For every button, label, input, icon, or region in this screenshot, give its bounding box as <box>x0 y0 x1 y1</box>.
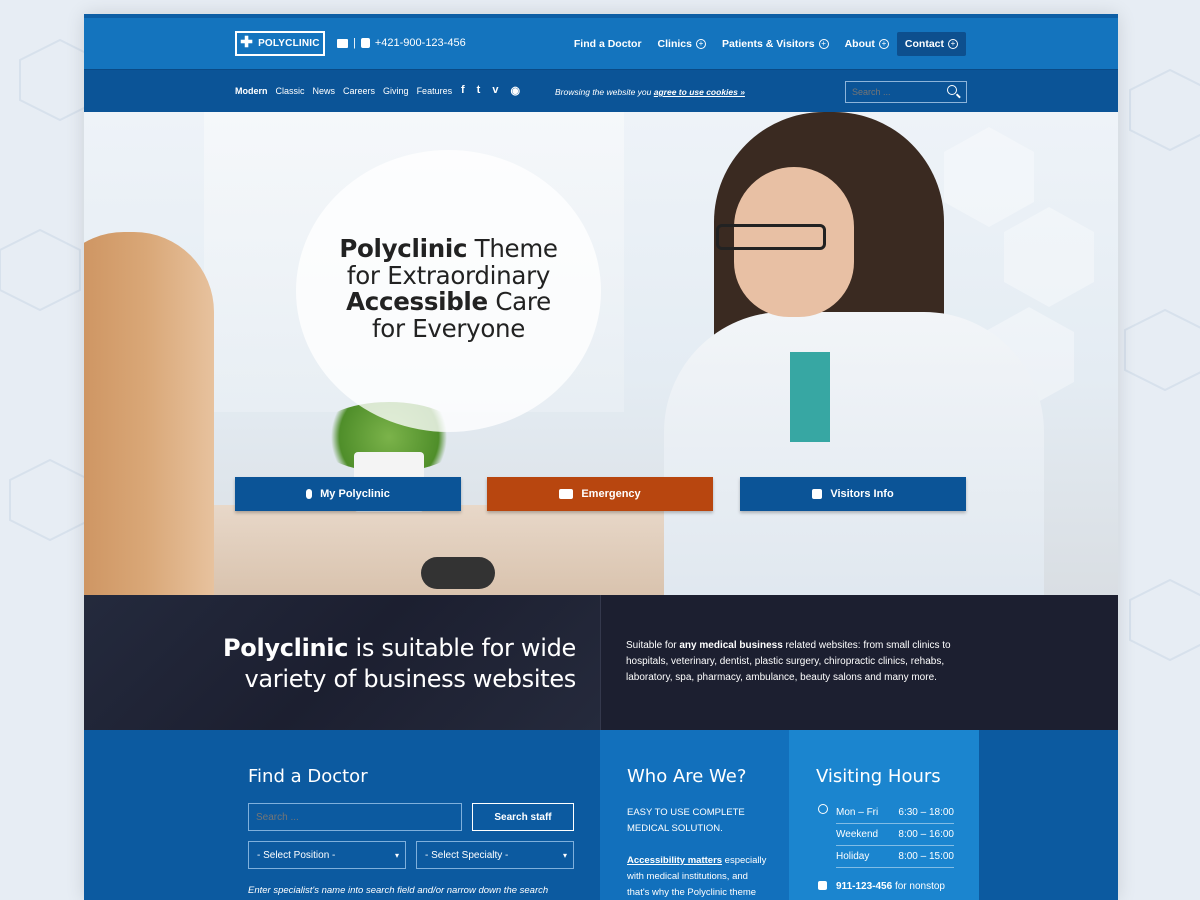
hero-doctor-collar <box>790 352 830 442</box>
facebook-icon[interactable]: f <box>461 84 465 97</box>
phone-number[interactable]: +421-900-123-456 <box>375 37 466 49</box>
visiting-hours-table: Mon – Fri 6:30 – 18:00 Weekend 8:00 – 16… <box>836 802 954 868</box>
website-frame: ✚ POLYCLINIC | +421-900-123-456 Find a D… <box>84 14 1118 900</box>
phone-icon <box>818 881 827 890</box>
intro-band: Polyclinic is suitable for wide variety … <box>84 595 1118 730</box>
nav-item-find-a-doctor[interactable]: Find a Doctor <box>566 32 650 56</box>
subnav-classic[interactable]: Classic <box>276 86 305 96</box>
hero-patient-figure <box>84 232 214 595</box>
find-doctor-note: Enter specialist's name into search fiel… <box>248 885 549 896</box>
find-doctor-heading: Find a Doctor <box>248 766 368 787</box>
hours-row: Weekend 8:00 – 16:00 <box>836 824 954 846</box>
twitter-icon[interactable]: t <box>477 84 481 97</box>
clock-icon <box>818 804 828 814</box>
logo-text: POLYCLINIC <box>258 38 320 49</box>
logo[interactable]: ✚ POLYCLINIC <box>235 31 325 56</box>
mail-icon[interactable] <box>337 38 348 48</box>
subnav-careers[interactable]: Careers <box>343 86 375 96</box>
visitors-info-button[interactable]: Visitors Info <box>740 477 966 511</box>
emergency-button[interactable]: Emergency <box>487 477 713 511</box>
walking-person-icon <box>306 489 313 499</box>
hero-title: Polyclinic Theme for Extraordinary Acces… <box>339 234 558 343</box>
search-staff-button[interactable]: Search staff <box>472 803 574 831</box>
phone-icon <box>360 38 370 48</box>
my-polyclinic-button[interactable]: My Polyclinic <box>235 477 461 511</box>
vimeo-icon[interactable]: v <box>492 84 498 97</box>
specialty-select[interactable]: - Select Specialty - ▾ <box>416 841 574 869</box>
secondary-nav: Modern Classic News Careers Giving Featu… <box>235 86 452 96</box>
chevron-down-icon: ▾ <box>562 850 567 860</box>
who-are-we-heading: Who Are We? <box>627 766 747 787</box>
hero-computer-mouse <box>421 557 495 589</box>
secondary-bar: Modern Classic News Careers Giving Featu… <box>84 69 1118 112</box>
plus-circle-icon: + <box>818 39 829 49</box>
hero-doctor-glasses <box>716 224 826 250</box>
subnav-features[interactable]: Features <box>417 86 453 96</box>
nav-item-contact[interactable]: Contact + <box>896 32 966 56</box>
plus-circle-icon: + <box>695 39 706 49</box>
subnav-news[interactable]: News <box>313 86 336 96</box>
nav-item-patients-visitors[interactable]: Patients & Visitors + <box>714 32 837 56</box>
main-nav: Find a Doctor Clinics + Patients & Visit… <box>566 32 966 56</box>
subnav-modern[interactable]: Modern <box>235 86 268 96</box>
hero-doctor-coat <box>664 312 1044 595</box>
social-links: f t v ◉ <box>461 84 520 97</box>
accessibility-link[interactable]: Accessibility matters <box>627 855 722 866</box>
cookie-notice: Browsing the website you agree to use co… <box>555 87 745 97</box>
search-icon[interactable] <box>947 85 957 95</box>
who-are-we-text: EASY TO USE COMPLETE MEDICAL SOLUTION. A… <box>627 807 767 898</box>
plus-circle-icon: + <box>948 39 958 49</box>
position-select[interactable]: - Select Position - ▾ <box>248 841 406 869</box>
nonstop-phone: 911-123-456 for nonstop <box>836 881 945 892</box>
hours-row: Mon – Fri 6:30 – 18:00 <box>836 802 954 824</box>
globe-icon[interactable]: ◉ <box>510 84 520 97</box>
plus-icon: ✚ <box>240 34 254 51</box>
visitors-icon <box>812 489 823 499</box>
subnav-giving[interactable]: Giving <box>383 86 409 96</box>
nav-item-clinics[interactable]: Clinics + <box>650 32 714 56</box>
plus-circle-icon: + <box>878 39 889 49</box>
ambulance-icon <box>559 489 574 499</box>
visiting-hours-heading: Visiting Hours <box>816 766 941 787</box>
info-section: Find a Doctor Search staff - Select Posi… <box>84 730 1118 900</box>
cookie-link[interactable]: agree to use cookies » <box>654 87 745 97</box>
hours-row: Holiday 8:00 – 15:00 <box>836 846 954 868</box>
doctor-search-input[interactable] <box>248 803 462 831</box>
hero-section: Polyclinic Theme for Extraordinary Acces… <box>84 112 1118 595</box>
nav-item-about[interactable]: About + <box>837 32 897 56</box>
intro-heading: Polyclinic is suitable for wide variety … <box>222 634 576 693</box>
intro-text: Suitable for any medical business relate… <box>626 640 951 683</box>
chevron-down-icon: ▾ <box>394 850 399 860</box>
contact-info: | +421-900-123-456 <box>337 37 466 49</box>
top-bar: ✚ POLYCLINIC | +421-900-123-456 Find a D… <box>84 14 1118 69</box>
